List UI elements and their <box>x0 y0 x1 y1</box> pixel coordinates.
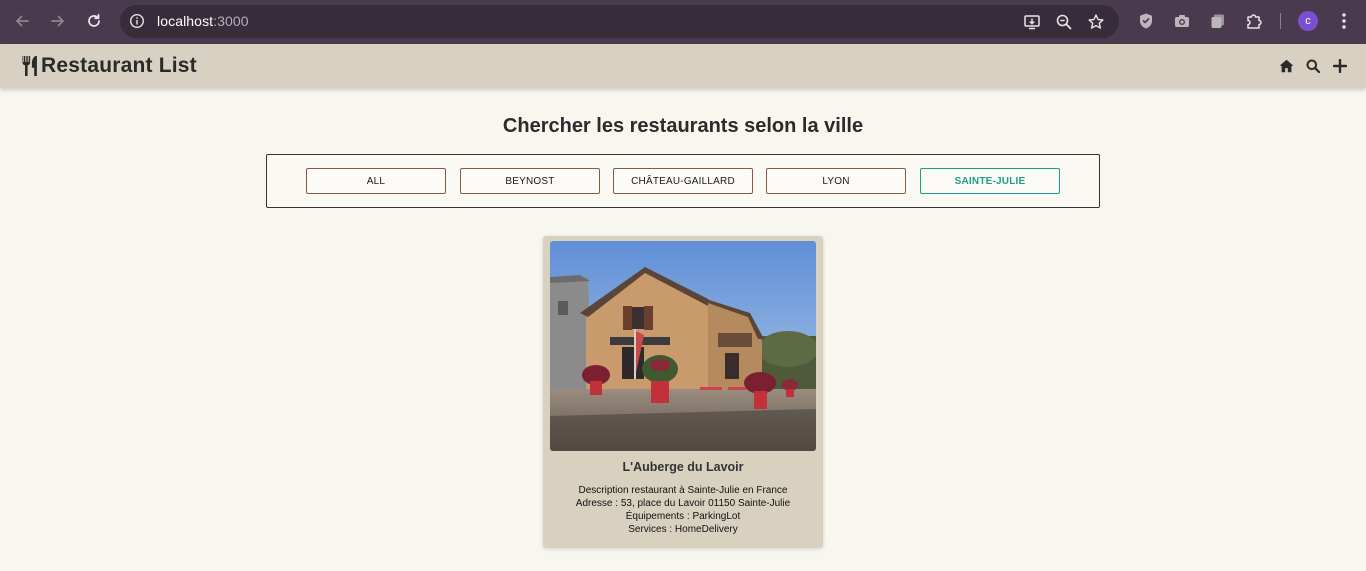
restaurant-name: L'Auberge du Lavoir <box>622 460 744 474</box>
restaurant-description: Description restaurant à Sainte-Julie en… <box>578 485 788 496</box>
reload-icon <box>88 13 100 27</box>
app-navbar: Restaurant List <box>0 44 1366 88</box>
arrow-left-icon <box>16 15 29 27</box>
brand[interactable]: Restaurant List <box>21 54 197 78</box>
home-button[interactable] <box>1276 56 1296 76</box>
filter-lyon-button[interactable]: LYON <box>766 168 906 194</box>
restaurant-card[interactable]: L'Auberge du Lavoir Description restaura… <box>543 236 823 548</box>
url-text: localhost:3000 <box>157 13 249 29</box>
toolbar-divider <box>1280 13 1281 29</box>
reload-button[interactable] <box>82 9 106 33</box>
add-button[interactable] <box>1330 56 1350 76</box>
home-icon <box>1279 59 1293 73</box>
page-title: Chercher les restaurants selon la ville <box>502 115 864 137</box>
info-icon[interactable] <box>129 13 145 29</box>
filter-chateau-gaillard-button[interactable]: CHÂTEAU-GAILLARD <box>613 168 753 194</box>
address-bar[interactable]: localhost:3000 <box>120 5 1119 38</box>
forward-button[interactable] <box>46 9 70 33</box>
utensils-icon <box>22 56 37 76</box>
restaurant-equipment: Équipements : ParkingLot <box>625 511 741 522</box>
camera-extension-icon[interactable] <box>1173 12 1191 30</box>
bookmark-star-icon[interactable] <box>1087 13 1105 31</box>
filter-sainte-julie-button[interactable]: SAINTE-JULIE <box>920 168 1060 194</box>
url-port: :3000 <box>213 13 249 29</box>
search-icon <box>1306 59 1320 73</box>
plus-icon <box>1333 59 1347 73</box>
brand-title: Restaurant List <box>41 54 197 77</box>
profile-avatar[interactable]: c <box>1298 11 1318 31</box>
back-button[interactable] <box>10 9 34 33</box>
install-app-icon[interactable] <box>1023 13 1041 31</box>
restaurant-address: Adresse : 53, place du Lavoir 01150 Sain… <box>575 498 791 509</box>
filter-all-button[interactable]: ALL <box>306 168 446 194</box>
city-filter-bar: ALL BEYNOST CHÂTEAU-GAILLARD LYON SAINTE… <box>266 154 1100 208</box>
copy-extension-icon[interactable] <box>1209 12 1227 30</box>
shield-extension-icon[interactable] <box>1137 12 1155 30</box>
zoom-icon[interactable] <box>1055 13 1073 31</box>
arrow-right-icon <box>51 15 64 27</box>
restaurant-photo <box>550 241 816 451</box>
extensions-puzzle-icon[interactable] <box>1245 12 1263 30</box>
restaurant-services: Services : HomeDelivery <box>628 524 738 535</box>
url-host: localhost <box>157 13 214 29</box>
more-menu-icon[interactable] <box>1336 12 1352 30</box>
search-button[interactable] <box>1303 56 1323 76</box>
browser-toolbar: localhost:3000 c <box>0 0 1366 44</box>
filter-beynost-button[interactable]: BEYNOST <box>460 168 600 194</box>
